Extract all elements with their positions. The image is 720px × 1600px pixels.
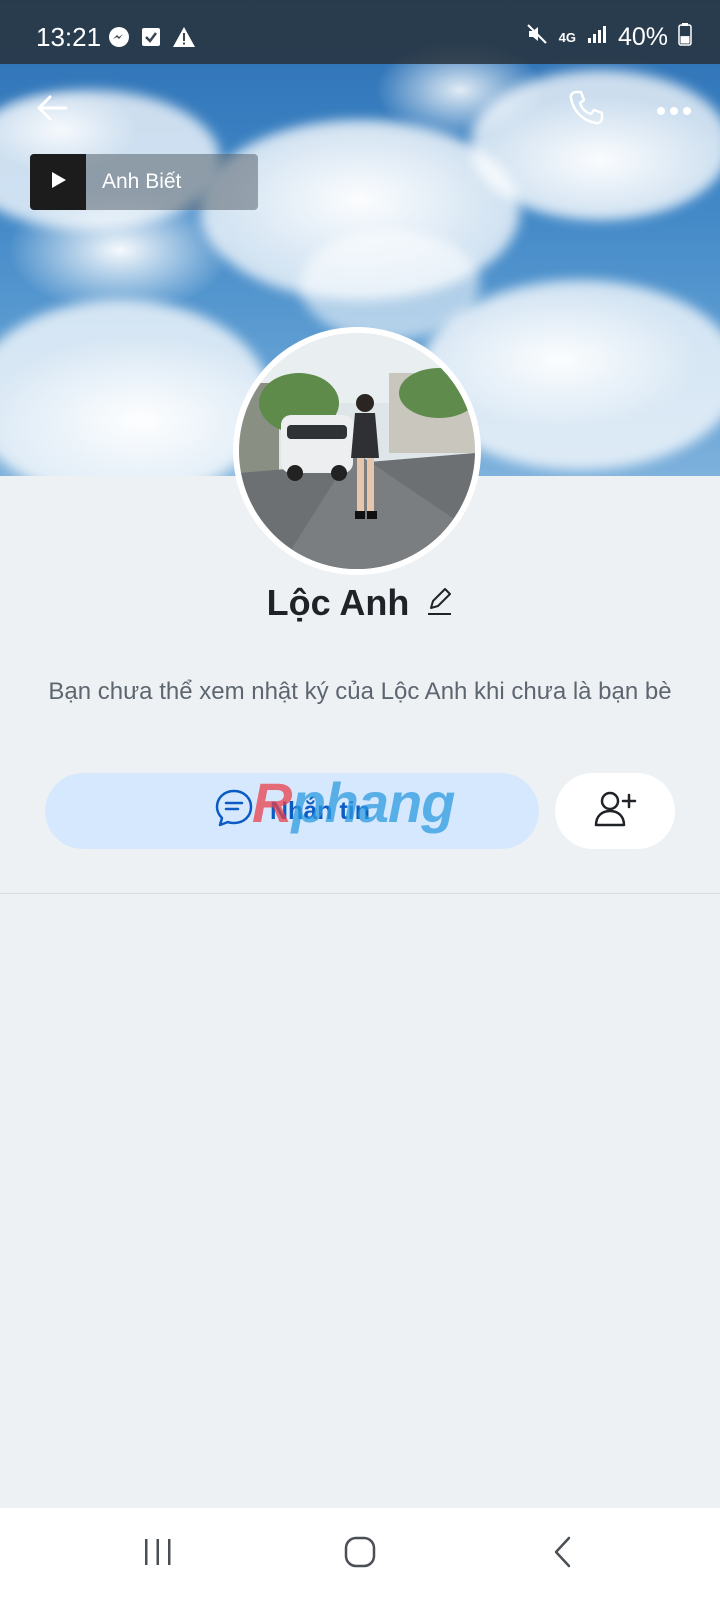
more-button[interactable] [650,86,698,134]
mute-icon [525,22,549,53]
chevron-left-icon [550,1535,574,1573]
play-icon [47,169,69,195]
avatar-photo [239,333,475,569]
home-icon [343,1535,377,1573]
network-type: 4G [558,29,576,45]
section-divider [0,893,720,894]
signal-icon [586,23,608,52]
chat-bubble-icon [214,788,254,835]
add-friend-icon [593,789,637,833]
back-nav-button[interactable] [532,1530,592,1578]
music-thumbnail [30,154,86,210]
system-indicators: 4G 40% [525,22,692,53]
more-icon [656,101,692,120]
recents-icon [142,1537,174,1571]
battery-percent: 40% [617,23,668,51]
status-time: 13:21 [36,22,102,52]
phone-icon [566,88,606,132]
avatar[interactable] [233,327,481,575]
notification-icons [108,26,196,52]
music-title: Anh Biết [102,170,182,193]
profile-name-row: Lộc Anh [0,582,720,624]
system-nav-bar [0,1508,720,1600]
battery-icon [678,22,692,53]
warning-icon [172,26,196,52]
message-button-label: Nhắn tin [270,796,370,825]
profile-screen: 13:21 4G 40% Anh Biết Lộc Anh Bạn chưa t… [0,0,720,1600]
back-button[interactable] [28,86,76,134]
status-bar: 13:21 4G 40% [0,0,720,64]
back-arrow-icon [34,90,70,130]
check-icon [140,26,162,52]
edit-name-button[interactable] [425,586,453,620]
home-button[interactable] [330,1530,390,1578]
recents-button[interactable] [128,1530,188,1578]
profile-name: Lộc Anh [266,582,410,623]
privacy-notice: Bạn chưa thể xem nhật ký của Lộc Anh khi… [48,678,672,705]
call-button[interactable] [562,86,610,134]
profile-music[interactable]: Anh Biết [30,154,258,210]
message-button[interactable]: Nhắn tin [45,773,539,849]
pencil-icon [425,588,453,620]
add-friend-button[interactable] [555,773,675,849]
messenger-icon [108,26,130,52]
